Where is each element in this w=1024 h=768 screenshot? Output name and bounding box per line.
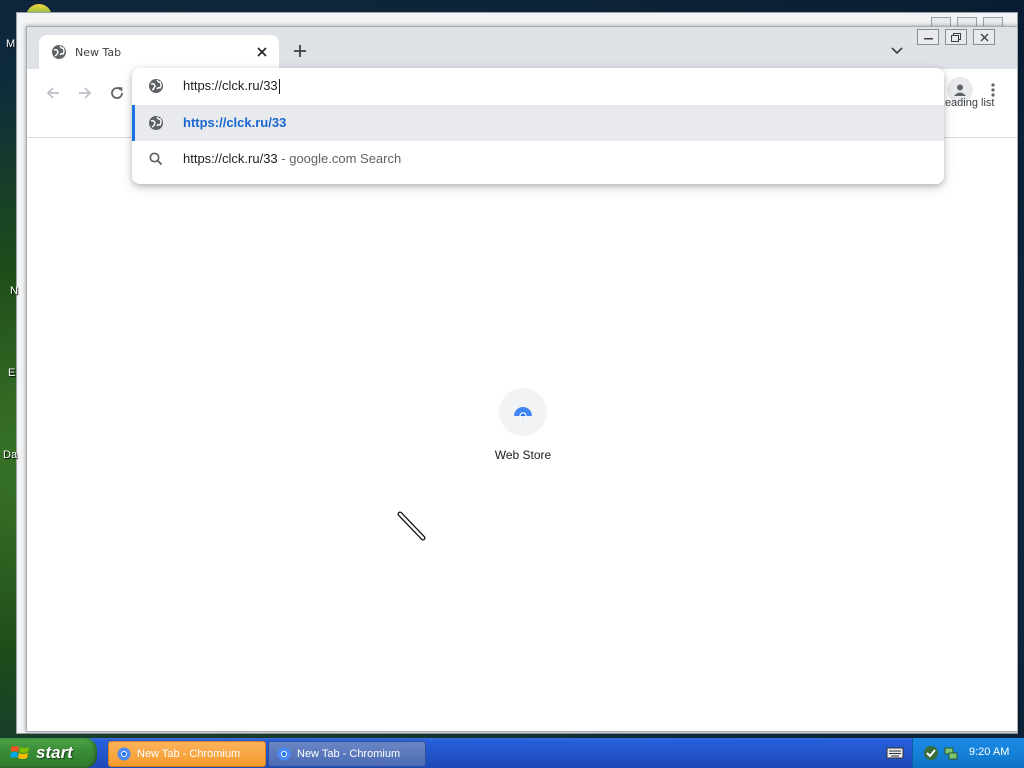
suggestion-url: https://clck.ru/33 xyxy=(183,115,287,130)
windows-flag-icon xyxy=(10,746,29,759)
suggestion-search: https://clck.ru/33 - google.com Search xyxy=(183,151,401,166)
globe-icon xyxy=(149,79,163,93)
suggestion-suffix: - google.com Search xyxy=(277,151,402,166)
minimize-icon xyxy=(923,38,933,40)
globe-icon xyxy=(149,116,163,130)
omnibox-suggestion[interactable]: https://clck.ru/33 xyxy=(132,105,944,141)
reload-icon xyxy=(111,87,123,99)
close-icon xyxy=(257,47,267,57)
taskbar-item-chromium[interactable]: New Tab - Chromium xyxy=(108,741,266,767)
plus-icon xyxy=(294,45,306,57)
forward-button[interactable] xyxy=(71,79,99,107)
shortcut-label: Web Store xyxy=(494,448,552,462)
text-caret xyxy=(278,79,280,95)
clock[interactable]: 9:20 AM xyxy=(969,746,1009,758)
omnibox-input-text: https://clck.ru/33 xyxy=(183,78,278,93)
person-icon xyxy=(954,84,966,96)
taskbar-item-label: New Tab - Chromium xyxy=(137,748,241,760)
taskbar-item-chromium[interactable]: New Tab - Chromium xyxy=(268,741,426,767)
back-button[interactable] xyxy=(39,79,67,107)
new-tab-button[interactable] xyxy=(289,40,311,62)
tab-search-button[interactable] xyxy=(887,41,907,61)
desktop-label: Da xyxy=(3,449,18,461)
close-tab-button[interactable] xyxy=(253,43,271,61)
network-icon[interactable] xyxy=(943,745,959,761)
chevron-down-icon xyxy=(891,47,903,55)
omnibox-input-row[interactable]: https://clck.ru/33 xyxy=(132,68,944,104)
pen-cursor-icon xyxy=(397,511,426,541)
security-shield-icon[interactable] xyxy=(923,745,939,761)
close-icon xyxy=(980,33,988,41)
kebab-menu-icon xyxy=(991,83,995,97)
reading-list-button[interactable]: Reading list xyxy=(937,97,994,109)
window-controls xyxy=(911,29,995,45)
desktop-label: N xyxy=(10,285,18,297)
restore-icon xyxy=(951,32,961,42)
web-store-icon xyxy=(514,407,532,420)
shortcut-tile xyxy=(499,388,547,436)
restore-button[interactable] xyxy=(945,29,967,45)
taskbar-item-label: New Tab - Chromium xyxy=(297,748,401,760)
chromium-icon xyxy=(117,747,131,761)
new-tab-page: Web Store xyxy=(27,138,1017,731)
desktop-label: M xyxy=(6,38,16,50)
shortcut-web-store[interactable]: Web Store xyxy=(485,388,561,462)
system-tray: 9:20 AM xyxy=(912,738,1024,768)
arrow-left-icon xyxy=(46,87,59,99)
keyboard-icon[interactable] xyxy=(886,746,904,760)
close-window-button[interactable] xyxy=(973,29,995,45)
tab-new-tab[interactable]: New Tab xyxy=(39,35,279,69)
globe-icon xyxy=(52,45,66,59)
start-button[interactable]: start xyxy=(0,738,97,768)
chromium-icon xyxy=(277,747,291,761)
tab-strip: New Tab xyxy=(27,27,1017,69)
omnibox-dropdown: https://clck.ru/33 https://clck.ru/33 ht… xyxy=(132,68,944,184)
reload-button[interactable] xyxy=(103,79,131,107)
suggestion-query: https://clck.ru/33 xyxy=(183,151,278,166)
start-label: start xyxy=(36,743,73,762)
taskbar: start New Tab - Chromium New Tab - Chrom… xyxy=(0,738,1024,768)
arrow-right-icon xyxy=(79,87,92,99)
omnibox-input[interactable]: https://clck.ru/33 xyxy=(183,78,280,95)
desktop-label: E xyxy=(8,367,16,379)
minimize-button[interactable] xyxy=(917,29,939,45)
omnibox-suggestion[interactable]: https://clck.ru/33 - google.com Search xyxy=(132,141,944,177)
tab-title: New Tab xyxy=(75,45,122,59)
search-icon xyxy=(149,152,163,166)
